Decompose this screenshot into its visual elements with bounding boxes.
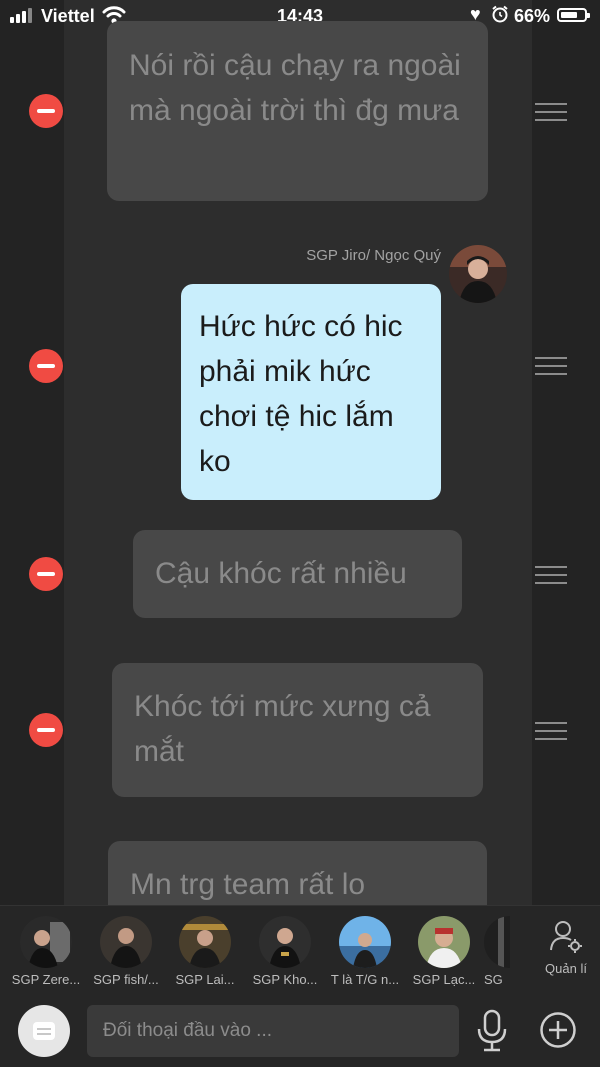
remove-message-button[interactable] [29, 349, 63, 383]
plus-icon[interactable] [539, 1011, 577, 1049]
message-bubble[interactable]: Cậu khóc rất nhiều [133, 530, 462, 618]
composer-bar [0, 997, 600, 1067]
member-item[interactable]: SGP fish/... [87, 916, 165, 987]
member-name: SG [484, 972, 503, 987]
message-bubble[interactable]: Nói rồi cậu chạy ra ngoài mà ngoài trời … [107, 21, 488, 201]
manage-label: Quản lí [545, 961, 587, 976]
member-item[interactable]: T là T/G n... [326, 916, 404, 987]
member-item[interactable]: SG [484, 916, 510, 987]
member-name: SGP fish/... [93, 972, 159, 987]
message-text: Khóc tới mức xưng cả mắt [134, 690, 431, 768]
drag-handle-icon[interactable] [535, 566, 567, 584]
member-item[interactable]: SGP Zere... [7, 916, 85, 987]
drag-handle-icon[interactable] [535, 357, 567, 375]
remove-message-button[interactable] [29, 713, 63, 747]
manage-button[interactable]: Quản lí [540, 918, 592, 976]
avatar [339, 916, 391, 968]
message-text: Nói rồi cậu chạy ra ngoài mà ngoài trời … [129, 49, 461, 127]
menu-button[interactable] [18, 1005, 70, 1057]
avatar [20, 916, 72, 968]
sender-name: SGP Jiro/ Ngọc Quý [306, 247, 441, 264]
avatar [484, 916, 510, 968]
member-name: SGP Lạc... [412, 972, 476, 987]
member-name: T là T/G n... [330, 972, 400, 987]
avatar [179, 916, 231, 968]
remove-message-button[interactable] [29, 94, 63, 128]
member-name: SGP Zere... [11, 972, 81, 987]
drag-handle-icon[interactable] [535, 103, 567, 121]
remove-message-button[interactable] [29, 557, 63, 591]
member-item[interactable]: SGP Lạc... [405, 916, 483, 987]
microphone-icon[interactable] [475, 1009, 509, 1053]
message-bubble-own[interactable]: Hức hức có hic phải mik hức chơi tệ hic … [181, 284, 441, 500]
member-item[interactable]: SGP Lai... [166, 916, 244, 987]
member-name: SGP Kho... [252, 972, 318, 987]
avatar [418, 916, 470, 968]
message-text: Mn trg team rất lo [130, 868, 366, 901]
manage-icon [550, 921, 582, 953]
member-strip: SGP Zere... SGP fish/... SGP Lai... SGP … [0, 905, 600, 998]
message-text: Cậu khóc rất nhiều [155, 557, 407, 590]
alarm-icon [492, 5, 508, 23]
member-item[interactable]: SGP Kho... [246, 916, 324, 987]
message-bubble[interactable]: Khóc tới mức xưng cả mắt [112, 663, 483, 797]
member-name: SGP Lai... [175, 972, 235, 987]
message-input[interactable] [87, 1005, 459, 1057]
battery-icon [557, 8, 590, 22]
drag-handle-icon[interactable] [535, 722, 567, 740]
battery-percent: 66% [514, 6, 551, 26]
avatar[interactable] [449, 245, 507, 303]
menu-icon [33, 1022, 55, 1040]
avatar [100, 916, 152, 968]
message-text: Hức hức có hic phải mik hức chơi tệ hic … [199, 310, 403, 478]
avatar [259, 916, 311, 968]
